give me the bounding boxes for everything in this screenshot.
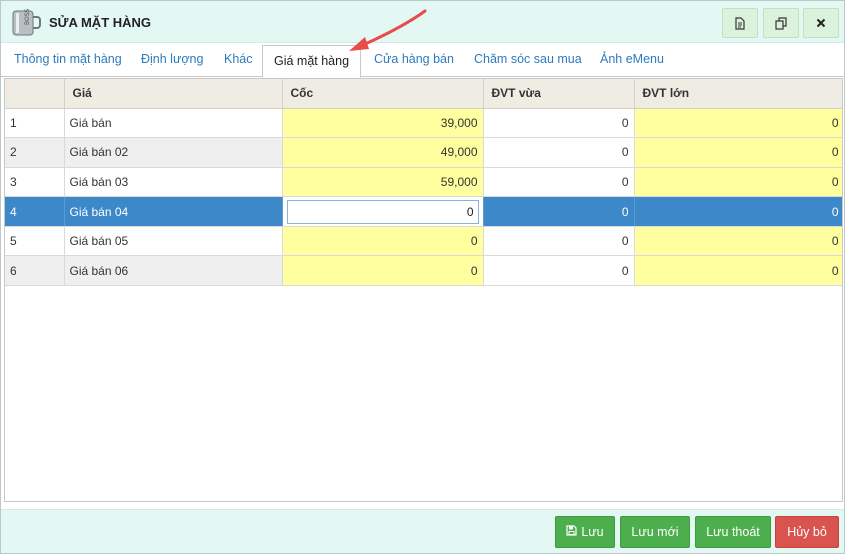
medium-unit-price-cell[interactable]: 0 <box>483 255 635 287</box>
window-title: SỬA MẶT HÀNG <box>49 15 152 30</box>
save-label: Lưu <box>581 525 604 539</box>
column-header-large-unit[interactable]: ĐVT lớn <box>634 79 842 109</box>
column-header-medium-unit[interactable]: ĐVT vừa <box>483 79 635 109</box>
large-unit-price-cell[interactable]: 0 <box>634 196 842 227</box>
price-name: Giá bán 03 <box>64 167 283 198</box>
close-icon <box>816 18 826 28</box>
row-index: 5 <box>5 226 65 257</box>
medium-unit-price-cell[interactable]: 0 <box>483 167 635 198</box>
large-unit-price-cell[interactable]: 0 <box>634 108 842 139</box>
column-header-index <box>5 79 65 109</box>
price-name: Giá bán 04 <box>64 196 283 227</box>
save-exit-button[interactable]: Lưu thoát <box>695 516 771 548</box>
medium-unit-price-cell[interactable]: 0 <box>483 137 635 168</box>
medium-unit-price-cell[interactable]: 0 <box>483 108 635 139</box>
tab-item-info[interactable]: Thông tin mặt hàng <box>14 52 122 66</box>
price-name: Giá bán 02 <box>64 137 283 168</box>
cup-price-cell[interactable]: 59,000 <box>282 167 484 198</box>
tab-bar: Thông tin mặt hàng Định lượng Khác Giá m… <box>1 44 844 78</box>
close-button[interactable] <box>803 8 839 38</box>
price-grid: Giá Cốc ĐVT vừa ĐVT lớn 1 Giá bán 39,000… <box>4 78 843 502</box>
table-row[interactable]: 1 Giá bán 39,000 0 0 <box>5 108 842 139</box>
table-row-selected[interactable]: 4 Giá bán 04 0 0 0 <box>5 196 842 227</box>
cup-price-cell[interactable]: 49,000 <box>282 137 484 168</box>
cup-price-input[interactable]: 0 <box>286 199 479 224</box>
large-unit-price-cell[interactable]: 0 <box>634 255 842 287</box>
title-bar: BOSS SỬA MẶT HÀNG <box>1 1 844 43</box>
save-button[interactable]: Lưu <box>555 516 615 548</box>
table-row[interactable]: 6 Giá bán 06 0 0 0 <box>5 255 842 287</box>
edit-item-window: BOSS SỬA MẶT HÀNG Thông tin mặt hàng Địn… <box>0 0 845 554</box>
row-index: 1 <box>5 108 65 139</box>
document-button[interactable] <box>722 8 758 38</box>
large-unit-price-cell[interactable]: 0 <box>634 167 842 198</box>
cup-price-cell[interactable]: 0 <box>282 255 484 287</box>
tab-item-price[interactable]: Giá mặt hàng <box>262 45 362 78</box>
floppy-disk-icon <box>566 525 577 539</box>
cup-price-cell[interactable]: 0 <box>282 196 484 227</box>
price-name: Giá bán <box>64 108 283 139</box>
footer-bar: Lưu Lưu mới Lưu thoát Hủy bỏ <box>1 509 844 553</box>
price-name: Giá bán 06 <box>64 255 283 287</box>
price-name: Giá bán 05 <box>64 226 283 257</box>
table-row[interactable]: 5 Giá bán 05 0 0 0 <box>5 226 842 257</box>
table-row[interactable]: 2 Giá bán 02 49,000 0 0 <box>5 137 842 168</box>
svg-text:BOSS: BOSS <box>24 9 31 25</box>
copy-icon <box>774 16 788 30</box>
tab-other[interactable]: Khác <box>224 52 253 66</box>
large-unit-price-cell[interactable]: 0 <box>634 226 842 257</box>
row-index: 2 <box>5 137 65 168</box>
large-unit-price-cell[interactable]: 0 <box>634 137 842 168</box>
cup-price-cell[interactable]: 39,000 <box>282 108 484 139</box>
tab-after-sale-care[interactable]: Chăm sóc sau mua <box>474 52 582 66</box>
tab-sale-stores[interactable]: Cửa hàng bán <box>374 52 454 66</box>
table-row[interactable]: 3 Giá bán 03 59,000 0 0 <box>5 167 842 198</box>
cancel-button[interactable]: Hủy bỏ <box>775 516 839 548</box>
column-header-cup[interactable]: Cốc <box>282 79 484 109</box>
medium-unit-price-cell[interactable]: 0 <box>483 196 635 227</box>
tab-emenu-image[interactable]: Ảnh eMenu <box>600 52 664 66</box>
medium-unit-price-cell[interactable]: 0 <box>483 226 635 257</box>
copy-button[interactable] <box>763 8 799 38</box>
cup-price-cell[interactable]: 0 <box>282 226 484 257</box>
app-logo-icon: BOSS <box>11 8 41 37</box>
column-header-price[interactable]: Giá <box>64 79 283 109</box>
row-index: 3 <box>5 167 65 198</box>
grid-header-row: Giá Cốc ĐVT vừa ĐVT lớn <box>5 79 842 109</box>
document-icon <box>734 16 746 30</box>
row-index: 6 <box>5 255 65 287</box>
row-index: 4 <box>5 196 65 227</box>
save-new-button[interactable]: Lưu mới <box>620 516 690 548</box>
tab-quantity[interactable]: Định lượng <box>141 52 203 66</box>
